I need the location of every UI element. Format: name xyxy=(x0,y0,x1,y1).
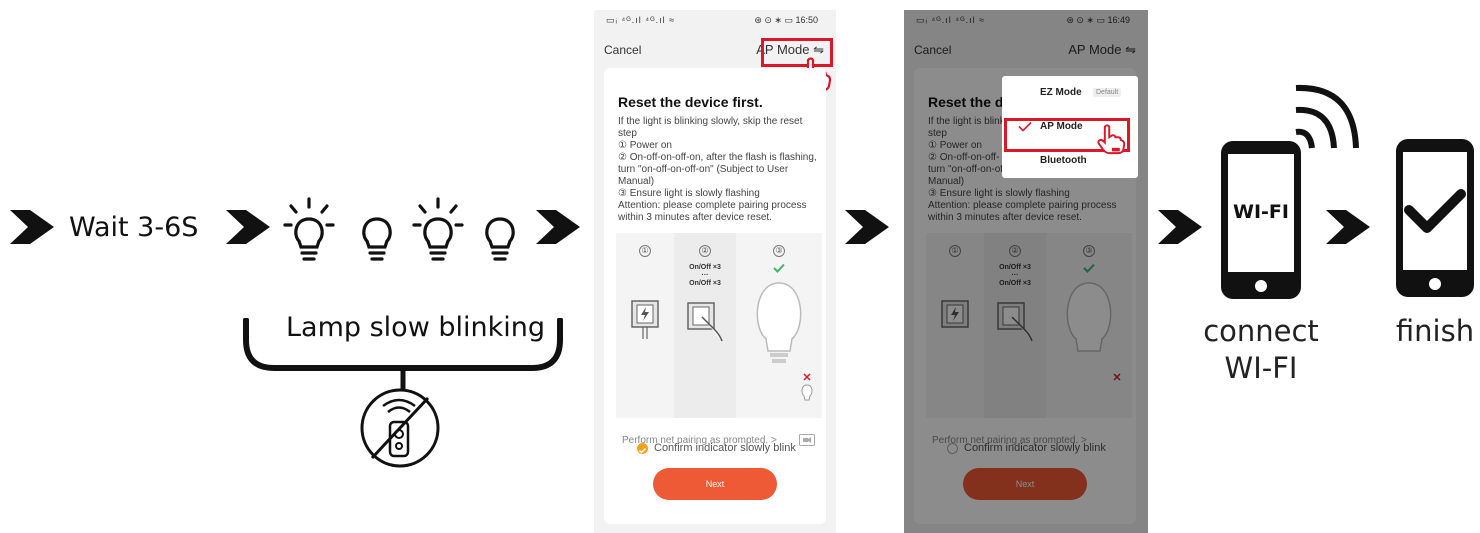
smartphone-check-icon xyxy=(1396,139,1474,297)
reset-illustration: ① ② On/Off ×3 ··· On/Off ×3 ③ xyxy=(616,233,822,418)
step-number: ③ xyxy=(773,245,785,257)
illus-col-onoff: ② On/Off ×3 ··· On/Off ×3 xyxy=(674,233,736,418)
connect-wifi-label: WI-FI xyxy=(1224,351,1298,385)
lightbulb-off-icon xyxy=(801,384,813,401)
power-switch-icon xyxy=(631,300,659,339)
connect-label: connect xyxy=(1203,314,1319,348)
step-line: ① Power on xyxy=(618,140,672,151)
video-icon[interactable] xyxy=(799,434,815,446)
lightbulb-on-icon xyxy=(283,197,335,261)
wifi-phone-label: WI-FI xyxy=(1233,201,1289,223)
right-arrow-icon xyxy=(1158,210,1202,244)
confirm-checkbox[interactable] xyxy=(637,443,648,454)
mode-dropdown-menu: EZ Mode Default AP Mode Bluetooth xyxy=(1002,76,1138,178)
right-arrow-icon xyxy=(10,210,54,244)
next-button[interactable]: Next xyxy=(653,468,777,500)
menu-item-label: EZ Mode xyxy=(1040,87,1082,98)
app-screen-mode-menu: ▭ᵢ ⁴ᴳ.ıl ⁴ᴳ.ıl ≈ ⊛ ⊙ ∗ ▭ 16:49 Cancel AP… xyxy=(904,10,1148,533)
lightbulb-off-icon xyxy=(485,217,515,261)
illus-col-flashing: ③ xyxy=(736,233,822,418)
menu-item-label: Bluetooth xyxy=(1040,155,1087,166)
cancel-button[interactable]: Cancel xyxy=(604,43,641,57)
default-badge: Default xyxy=(1093,88,1122,97)
switch-press-icon xyxy=(687,302,723,342)
step-number: ① xyxy=(639,245,651,257)
step-line: ③ Ensure light is slowly flashing xyxy=(618,188,760,199)
status-bar: ▭ᵢ ⁴ᴳ.ıl ⁴ᴳ.ıl ≈ ⊛ ⊙ ∗ ▭ 16:50 xyxy=(594,10,836,30)
pointing-hand-icon xyxy=(1097,124,1126,155)
wait-label: Wait 3-6S xyxy=(69,212,199,243)
lamp-slow-blinking-label: Lamp slow blinking xyxy=(286,312,546,343)
onoff-bottom: On/Off ×3 xyxy=(689,280,721,287)
right-arrow-icon xyxy=(226,210,270,244)
status-right: ⊛ ⊙ ∗ ▭ 16:50 xyxy=(754,15,818,25)
illus-col-power: ① xyxy=(616,233,674,418)
lightbulb-off-icon xyxy=(756,282,802,363)
app-screen-reset: ▭ᵢ ⁴ᴳ.ıl ⁴ᴳ.ıl ≈ ⊛ ⊙ ∗ ▭ 16:50 Cancel AP… xyxy=(594,10,836,533)
reset-card: Reset the device first. If the light is … xyxy=(604,68,826,524)
finish-label: finish xyxy=(1395,314,1475,348)
step-line: If the light is blinking slowly, skip th… xyxy=(618,116,803,139)
right-arrow-icon xyxy=(536,210,580,244)
right-arrow-icon xyxy=(1326,210,1370,244)
step-number: ② xyxy=(699,245,711,257)
step-line: ② On-off-on-off-on, after the flash is f… xyxy=(618,152,817,187)
menu-item-ez-mode[interactable]: EZ Mode Default xyxy=(1002,78,1138,108)
lightbulb-off-icon xyxy=(362,217,392,261)
status-left: ▭ᵢ ⁴ᴳ.ıl ⁴ᴳ.ıl ≈ xyxy=(606,15,676,25)
checkmark-icon xyxy=(773,263,785,273)
card-title: Reset the device first. xyxy=(618,94,763,110)
step-line: Attention: please complete pairing proce… xyxy=(618,200,807,223)
remote-disabled-icon xyxy=(360,388,440,468)
close-icon xyxy=(803,373,811,381)
confirm-label: Confirm indicator slowly blink xyxy=(654,442,796,454)
right-arrow-icon xyxy=(845,210,889,244)
lightbulb-on-icon xyxy=(412,197,464,261)
reset-steps: If the light is blinking slowly, skip th… xyxy=(618,116,824,224)
